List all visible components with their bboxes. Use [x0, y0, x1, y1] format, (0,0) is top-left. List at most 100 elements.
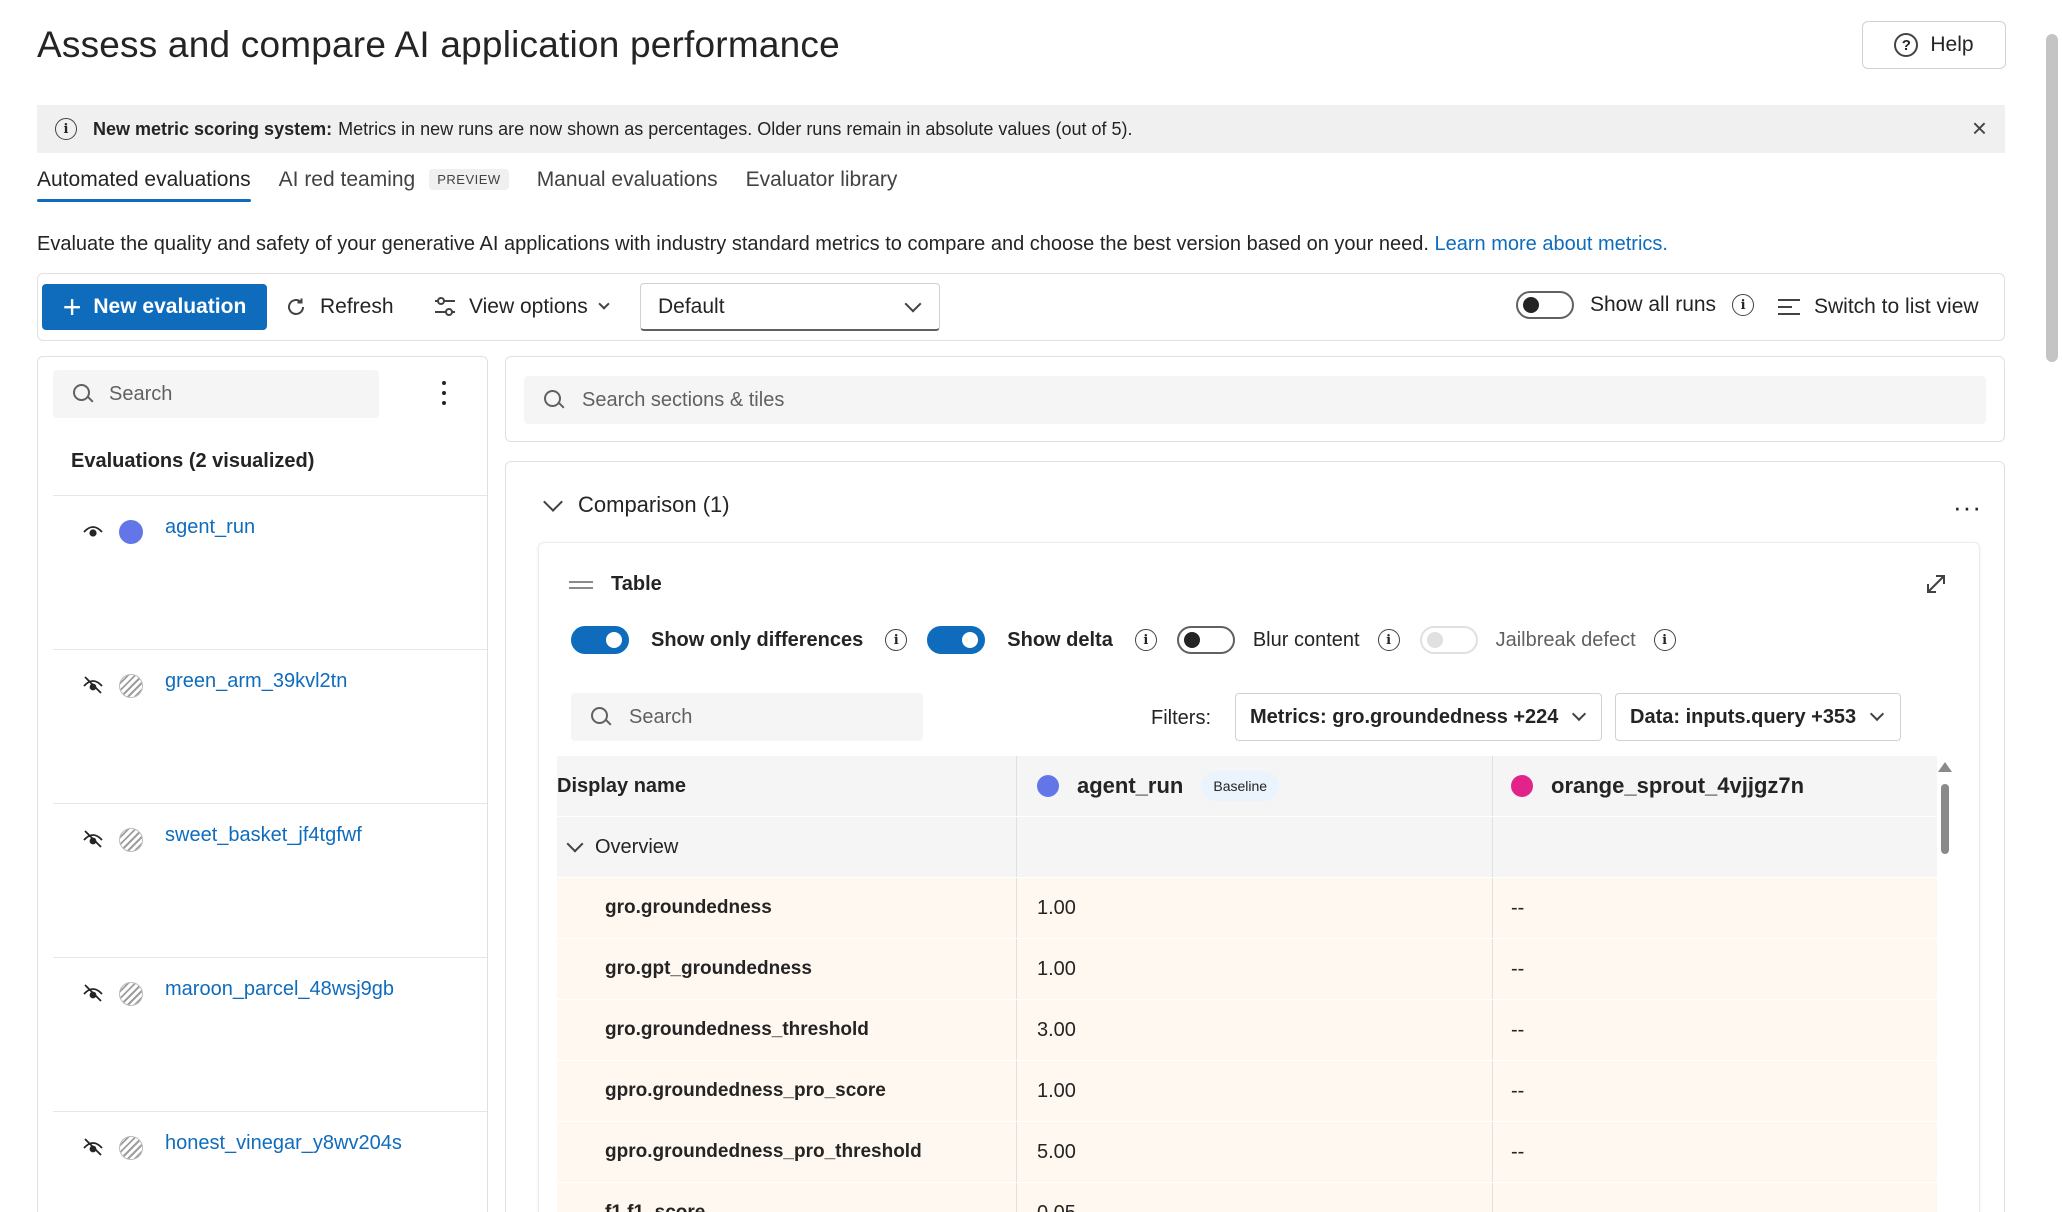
info-icon: i [55, 118, 77, 140]
table-scrollbar[interactable] [1937, 756, 1953, 1212]
refresh-icon [288, 298, 304, 315]
info-icon[interactable]: i [885, 629, 908, 651]
view-options-label: View options [469, 295, 588, 318]
show-delta-toggle[interactable] [927, 626, 986, 654]
metrics-filter-dropdown[interactable]: Metrics: gro.groundedness +224 [1235, 693, 1602, 741]
data-filter-value: Data: inputs.query +353 [1630, 705, 1857, 728]
eye-icon[interactable] [83, 524, 103, 538]
sections-search-container: Search sections & tiles [505, 356, 2005, 442]
sections-search-input[interactable]: Search sections & tiles [524, 376, 1986, 424]
page-title: Assess and compare AI application perfor… [37, 24, 840, 65]
chevron-down-icon [1572, 706, 1587, 722]
info-icon[interactable]: i [1653, 629, 1676, 651]
chevron-down-icon [904, 295, 922, 313]
column-header-run2[interactable]: orange_sprout_4vjjgz7n [1493, 756, 1937, 816]
help-label: Help [1930, 33, 1974, 56]
list-item[interactable]: sweet_basket_jf4tgfwf [53, 803, 487, 957]
learn-more-link[interactable]: Learn more about metrics. [1435, 233, 1668, 255]
jailbreak-defect-toggle[interactable] [1419, 626, 1478, 654]
info-icon[interactable]: i [1134, 629, 1157, 651]
more-icon[interactable]: ··· [1953, 492, 1982, 523]
view-select-dropdown[interactable]: Default [640, 283, 940, 331]
tab-evaluator-library[interactable]: Evaluator library [746, 168, 898, 202]
tab-label: Manual evaluations [536, 168, 718, 191]
column-header-run1[interactable]: agent_run Baseline [1017, 756, 1493, 816]
switch-view-label: Switch to list view [1814, 295, 1979, 318]
list-item[interactable]: honest_vinegar_y8wv204s [53, 1111, 487, 1212]
run-color-dot [119, 674, 143, 698]
expand-icon[interactable] [1925, 573, 1947, 595]
show-only-differences-toggle[interactable] [571, 626, 629, 654]
view-select-value: Default [658, 294, 725, 318]
tab-label: Evaluator library [745, 168, 898, 191]
tab-ai-red-teaming[interactable]: AI red teaming PREVIEW [279, 168, 509, 202]
metric-value: -- [1511, 1018, 1525, 1041]
metric-value: 3.00 [1017, 1000, 1493, 1060]
chevron-down-icon [1870, 706, 1885, 722]
evaluation-name-link[interactable]: green_arm_39kvl2tn [165, 670, 347, 693]
evaluation-name-link[interactable]: maroon_parcel_48wsj9gb [165, 978, 394, 1001]
metric-name: gro.groundedness [557, 878, 1017, 938]
run-color-dot [119, 828, 143, 852]
evaluation-name-link[interactable]: sweet_basket_jf4tgfwf [165, 824, 362, 847]
scroll-thumb[interactable] [1941, 784, 1949, 854]
metric-name: gpro.groundedness_pro_threshold [557, 1122, 1017, 1182]
evaluation-name-link[interactable]: agent_run [165, 516, 255, 539]
help-button[interactable]: ? Help [1862, 21, 2006, 69]
comparison-header[interactable]: Comparison (1) [543, 492, 730, 518]
tab-manual-evaluations[interactable]: Manual evaluations [537, 168, 718, 202]
metric-value: 1.00 [1017, 1061, 1493, 1121]
drag-handle-icon[interactable] [569, 580, 593, 589]
eye-off-icon[interactable] [83, 676, 103, 694]
info-icon[interactable]: i [1377, 629, 1400, 651]
toggle-label: Show delta [1007, 628, 1113, 651]
evaluations-search-input[interactable]: Search [53, 370, 379, 418]
toggle-label: Jailbreak defect [1495, 628, 1636, 651]
table-search-input[interactable]: Search [571, 693, 923, 741]
evaluations-heading: Evaluations (2 visualized) [71, 450, 315, 472]
table-group-row[interactable]: Overview [557, 817, 1937, 878]
toolbar: + New evaluation Refresh View options De… [37, 273, 2005, 341]
table-tile: Table Show only differences i Show delta… [538, 542, 1980, 1212]
data-filter-dropdown[interactable]: Data: inputs.query +353 [1615, 693, 1901, 741]
list-item[interactable]: maroon_parcel_48wsj9gb [53, 957, 487, 1111]
more-options-icon[interactable] [442, 381, 448, 405]
eye-off-icon[interactable] [83, 984, 103, 1002]
sliders-icon [435, 297, 455, 316]
refresh-label: Refresh [320, 295, 394, 318]
run-name: orange_sprout_4vjjgz7n [1551, 773, 1805, 798]
info-icon[interactable]: i [1732, 294, 1755, 316]
page-scrollbar[interactable] [2046, 34, 2058, 362]
scroll-up-icon[interactable] [1938, 762, 1952, 772]
chevron-down-icon [598, 298, 610, 310]
run-name: agent_run [1077, 773, 1184, 798]
metric-value: 1.00 [1017, 939, 1493, 999]
tab-automated-evaluations[interactable]: Automated evaluations [37, 168, 251, 202]
view-options-button[interactable]: View options [433, 284, 610, 330]
toggle-label: Blur content [1252, 628, 1360, 651]
switch-to-list-view-button[interactable]: Switch to list view [1778, 284, 1979, 330]
plus-icon: + [62, 289, 82, 325]
evaluation-name-link[interactable]: honest_vinegar_y8wv204s [165, 1132, 402, 1155]
search-placeholder: Search sections & tiles [582, 388, 785, 411]
close-icon[interactable]: × [1972, 113, 1987, 143]
new-evaluation-button[interactable]: + New evaluation [42, 284, 267, 330]
table-header-row: Display name agent_run Baseline orange_s… [557, 756, 1937, 817]
show-all-runs-toggle[interactable] [1516, 291, 1574, 319]
new-evaluation-label: New evaluation [93, 295, 247, 318]
evaluations-panel: Search Evaluations (2 visualized) agent_… [37, 356, 488, 1212]
list-item[interactable]: green_arm_39kvl2tn [53, 649, 487, 803]
metric-value: -- [1511, 1140, 1525, 1163]
metric-name: gro.groundedness_threshold [557, 1000, 1017, 1060]
table-toggles: Show only differences i Show delta i Blu… [571, 626, 1696, 654]
list-item[interactable]: agent_run [53, 495, 487, 649]
info-banner: i New metric scoring system: Metrics in … [37, 105, 2005, 153]
comparison-table: Display name agent_run Baseline orange_s… [557, 756, 1937, 1212]
refresh-button[interactable]: Refresh [284, 284, 394, 330]
eye-off-icon[interactable] [83, 1138, 103, 1156]
preview-badge: PREVIEW [429, 169, 509, 190]
column-header-display-name[interactable]: Display name [557, 756, 1017, 816]
blur-content-toggle[interactable] [1176, 626, 1235, 654]
eye-off-icon[interactable] [83, 830, 103, 848]
tab-bar: Automated evaluations AI red teaming PREV… [37, 168, 925, 202]
